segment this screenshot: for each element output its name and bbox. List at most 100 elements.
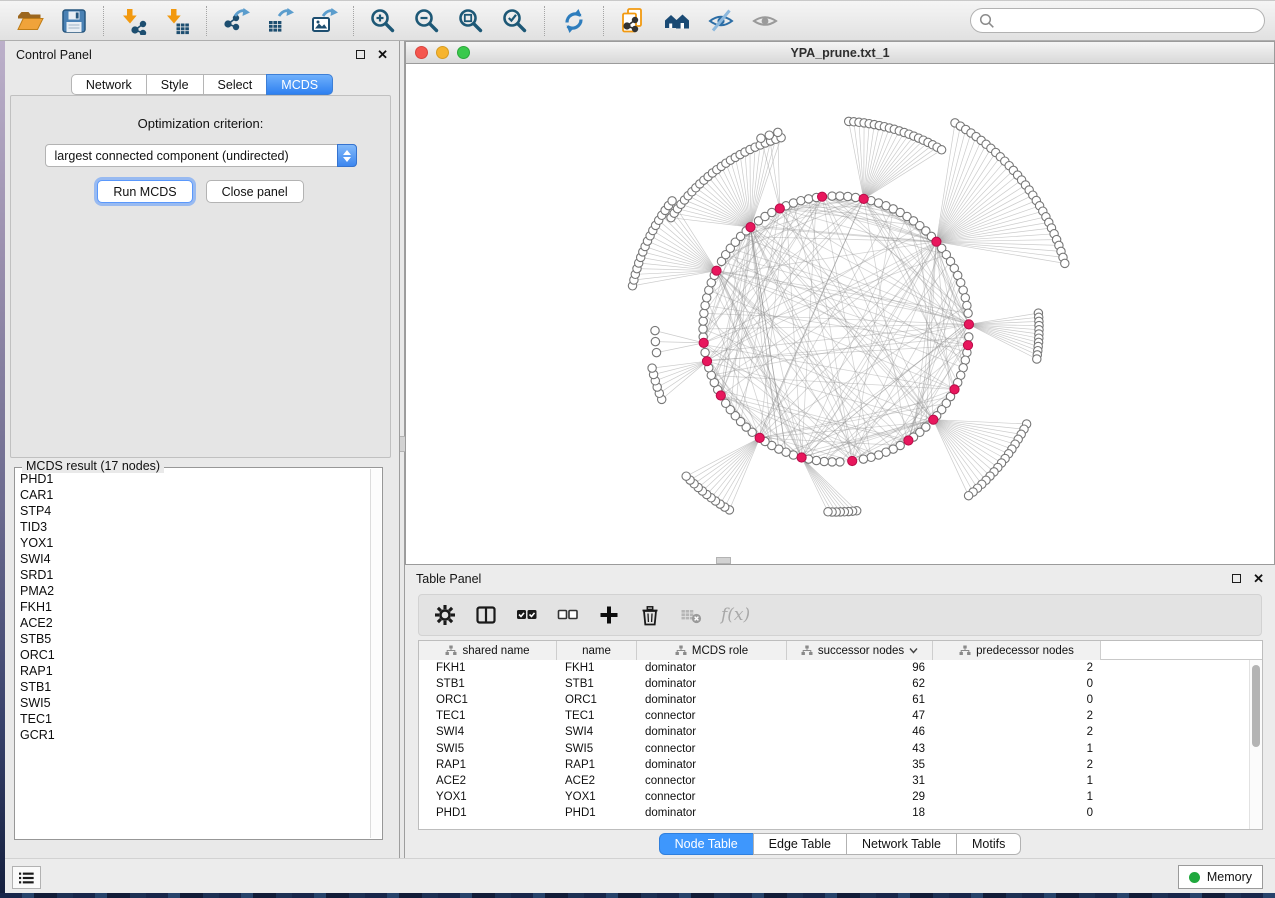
hide-selected-button[interactable] — [700, 4, 742, 38]
add-column-button[interactable] — [598, 604, 620, 626]
network-node[interactable] — [651, 337, 659, 345]
refresh-view-button[interactable] — [553, 4, 595, 38]
mcds-network-node[interactable] — [712, 266, 721, 275]
mcds-result-item[interactable]: SWI5 — [20, 695, 368, 711]
mcds-network-node[interactable] — [859, 194, 868, 203]
network-node[interactable] — [812, 456, 820, 464]
mcds-result-item[interactable]: STB5 — [20, 631, 368, 647]
mcds-result-item[interactable]: TEC1 — [20, 711, 368, 727]
mcds-network-node[interactable] — [964, 320, 973, 329]
settings-gear-button[interactable] — [434, 604, 456, 626]
mcds-result-item[interactable]: ORC1 — [20, 647, 368, 663]
table-row[interactable]: RAP1RAP1dominator352 — [419, 757, 1262, 773]
network-node[interactable] — [844, 192, 852, 200]
network-graph[interactable] — [406, 64, 1274, 564]
import-network-button[interactable] — [112, 4, 154, 38]
zoom-out-button[interactable] — [406, 4, 448, 38]
network-node[interactable] — [867, 453, 875, 461]
mcds-result-item[interactable]: PHD1 — [20, 471, 368, 487]
network-node[interactable] — [699, 317, 707, 325]
import-table-button[interactable] — [156, 4, 198, 38]
network-node[interactable] — [651, 326, 659, 334]
mcds-network-node[interactable] — [755, 433, 764, 442]
network-node[interactable] — [668, 197, 676, 205]
mcds-result-item[interactable]: TID3 — [20, 519, 368, 535]
delete-table-button[interactable] — [680, 604, 702, 626]
zoom-selected-button[interactable] — [494, 4, 536, 38]
run-mcds-button[interactable]: Run MCDS — [97, 180, 192, 203]
mcds-network-node[interactable] — [963, 341, 972, 350]
tab-node-table[interactable]: Node Table — [659, 833, 754, 855]
network-node[interactable] — [836, 458, 844, 466]
tab-edge-table[interactable]: Edge Table — [753, 833, 847, 855]
float-panel-icon[interactable] — [356, 50, 365, 59]
network-node[interactable] — [964, 492, 972, 500]
table-scrollbar[interactable] — [1249, 660, 1262, 829]
network-node[interactable] — [836, 192, 844, 200]
zoom-in-button[interactable] — [362, 4, 404, 38]
tab-network-table[interactable]: Network Table — [846, 833, 957, 855]
select-all-button[interactable] — [516, 604, 538, 626]
network-node[interactable] — [859, 455, 867, 463]
table-row[interactable]: SWI5SWI5connector431 — [419, 740, 1262, 756]
mcds-result-item[interactable]: SWI4 — [20, 551, 368, 567]
table-row[interactable]: YOX1YOX1connector291 — [419, 789, 1262, 805]
table-row[interactable]: STB1STB1dominator620 — [419, 676, 1262, 692]
mcds-result-item[interactable]: STP4 — [20, 503, 368, 519]
network-node[interactable] — [701, 301, 709, 309]
column-header-successor-nodes[interactable]: successor nodes — [787, 641, 933, 660]
table-scrollbar-thumb[interactable] — [1252, 665, 1260, 747]
mcds-result-item[interactable]: PMA2 — [20, 583, 368, 599]
table-row[interactable]: FKH1FKH1dominator962 — [419, 660, 1262, 676]
table-row[interactable]: PHD1PHD1dominator180 — [419, 805, 1262, 821]
tab-style[interactable]: Style — [146, 74, 204, 95]
mcds-result-list[interactable]: PHD1CAR1STP4TID3YOX1SWI4SRD1PMA2FKH1ACE2… — [20, 471, 368, 836]
network-node[interactable] — [797, 197, 805, 205]
mcds-result-item[interactable]: SRD1 — [20, 567, 368, 583]
network-node[interactable] — [765, 131, 773, 139]
mcds-result-item[interactable]: ACE2 — [20, 615, 368, 631]
table-row[interactable]: ORC1ORC1dominator610 — [419, 692, 1262, 708]
mcds-network-node[interactable] — [950, 385, 959, 394]
mcds-result-item[interactable]: CAR1 — [20, 487, 368, 503]
mcds-network-node[interactable] — [716, 391, 725, 400]
mcds-network-node[interactable] — [932, 237, 941, 246]
table-row[interactable]: ACE2ACE2connector311 — [419, 773, 1262, 789]
mcds-network-node[interactable] — [904, 436, 913, 445]
network-node[interactable] — [1061, 259, 1069, 267]
tab-mcds[interactable]: MCDS — [266, 74, 333, 95]
network-node[interactable] — [652, 348, 660, 356]
column-header-name[interactable]: name — [557, 641, 637, 660]
network-node[interactable] — [851, 193, 859, 201]
network-node[interactable] — [804, 195, 812, 203]
mcds-result-item[interactable]: YOX1 — [20, 535, 368, 551]
network-node[interactable] — [768, 208, 776, 216]
search-input[interactable] — [995, 11, 1264, 31]
network-node[interactable] — [699, 325, 707, 333]
tab-network[interactable]: Network — [71, 74, 147, 95]
delete-column-button[interactable] — [639, 604, 661, 626]
network-node[interactable] — [1033, 355, 1041, 363]
mcds-network-node[interactable] — [848, 456, 857, 465]
mcds-result-item[interactable]: FKH1 — [20, 599, 368, 615]
show-all-button[interactable] — [744, 4, 786, 38]
export-image-button[interactable] — [303, 4, 345, 38]
mcds-result-item[interactable]: STB1 — [20, 679, 368, 695]
mcds-network-node[interactable] — [929, 415, 938, 424]
mcds-network-node[interactable] — [818, 192, 827, 201]
tab-motifs[interactable]: Motifs — [956, 833, 1021, 855]
network-node[interactable] — [828, 192, 836, 200]
criterion-select[interactable]: largest connected component (undirected) — [45, 144, 357, 167]
memory-button[interactable]: Memory — [1178, 865, 1263, 889]
column-header-shared-name[interactable]: shared name — [419, 641, 557, 660]
column-header-MCDS-role[interactable]: MCDS role — [637, 641, 787, 660]
export-table-button[interactable] — [259, 4, 301, 38]
network-node[interactable] — [963, 301, 971, 309]
mcds-network-node[interactable] — [702, 357, 711, 366]
open-file-button[interactable] — [9, 4, 51, 38]
network-node[interactable] — [722, 399, 730, 407]
mcds-network-node[interactable] — [699, 338, 708, 347]
close-panel-icon[interactable]: ✕ — [377, 48, 388, 61]
table-row[interactable]: TEC1TEC1connector472 — [419, 708, 1262, 724]
network-node[interactable] — [648, 364, 656, 372]
